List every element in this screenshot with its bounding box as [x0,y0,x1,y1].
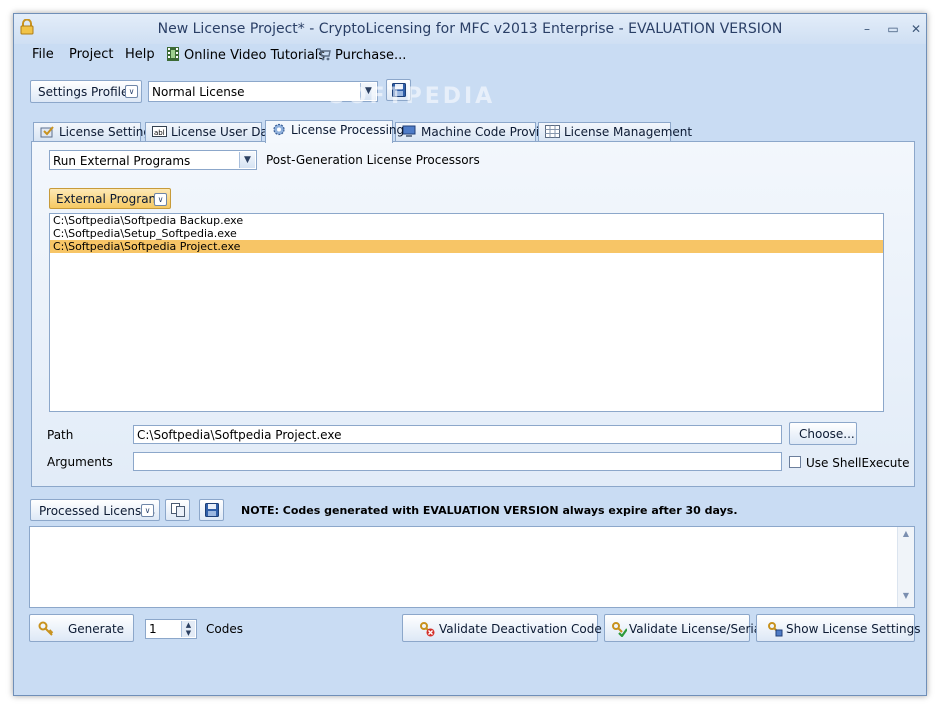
menu-purchase-label: Purchase... [335,48,407,63]
copy-icon [171,503,185,517]
tab-machine-code-provider[interactable]: Machine Code Provider [395,122,559,142]
scroll-up-icon[interactable]: ▲ [898,529,914,543]
menu-file[interactable]: File [32,47,54,62]
chevron-down-icon: ∨ [125,85,138,98]
vertical-scrollbar[interactable]: ▲ ▼ [897,527,914,607]
processed-licenses-output[interactable]: ▲ ▼ [29,526,915,608]
path-label: Path [47,428,74,442]
output-text [30,527,914,533]
generate-button[interactable]: Generate [29,614,134,642]
menu-purchase[interactable]: Purchase... [317,47,406,63]
menu-online-video-tutorials-label: Online Video Tutorials [184,48,326,63]
show-license-settings-label: Show License Settings [786,622,921,636]
menu-help[interactable]: Help [125,47,155,62]
list-item[interactable]: C:\Softpedia\Softpedia Backup.exe [50,214,883,227]
settings-profiles-button[interactable]: Settings Profiles ∨ [30,80,142,103]
validate-deactivation-label: Validate Deactivation Code [439,622,602,636]
arguments-field[interactable] [133,452,782,471]
cart-icon [317,48,331,61]
gear-icon [273,123,285,136]
tab-license-management[interactable]: License Management [538,122,692,142]
save-output-button[interactable] [199,499,224,521]
validate-deactivation-button[interactable]: Validate Deactivation Code [402,614,602,642]
watermark: SOFTPEDIA [329,84,496,109]
tab-license-user-data[interactable]: abl License User Data [145,122,280,142]
floppy-disk-icon [205,503,219,517]
settings-icon [40,126,54,138]
menu-project[interactable]: Project [69,47,113,62]
codes-count-value: 1 [149,622,157,636]
external-programs-button[interactable]: External Programs ∨ [49,188,171,209]
codes-count-stepper[interactable]: 1 ▲ ▼ [145,619,197,639]
processor-type-value: Run External Programs [53,154,191,168]
main-window: New License Project* - CryptoLicensing f… [13,13,927,696]
svg-text:abl: abl [154,129,165,137]
window-title: New License Project* - CryptoLicensing f… [157,21,783,37]
processed-licenses-label: Processed Licenses [39,504,155,518]
tab-license-settings[interactable]: License Settings [33,122,157,142]
show-license-settings-button[interactable]: Show License Settings [756,614,920,642]
profile-select-value: Normal License [152,85,245,99]
evaluation-note: NOTE: Codes generated with EVALUATION VE… [241,504,738,517]
generate-label: Generate [68,622,125,636]
shell-execute-label: Use ShellExecute [806,456,910,470]
processed-licenses-button[interactable]: Processed Licenses ∨ [30,499,160,521]
tab-label: License Management [564,125,693,139]
chevron-down-icon: ∨ [154,193,167,206]
processor-caption: Post-Generation License Processors [266,153,480,167]
dropdown-arrow-icon: ▼ [239,152,255,168]
chevron-down-icon: ∨ [141,504,154,517]
external-programs-list[interactable]: C:\Softpedia\Softpedia Backup.exe C:\Sof… [49,213,884,412]
stepper-arrows-icon[interactable]: ▲ ▼ [181,621,195,637]
processor-type-select[interactable]: Run External Programs ▼ [49,150,257,170]
list-item[interactable]: C:\Softpedia\Setup_Softpedia.exe [50,227,883,240]
tab-license-processing[interactable]: License Processing [265,120,404,143]
path-field[interactable]: C:\Softpedia\Softpedia Project.exe [133,425,782,444]
validate-license-label: Validate License/Serial [629,622,765,636]
choose-button[interactable]: Choose... [789,422,857,445]
computer-icon [402,125,416,137]
tab-label: License User Data [171,125,280,139]
close-button[interactable]: ✕ [907,21,925,37]
validate-license-button[interactable]: Validate License/Serial [604,614,764,642]
menu-online-video-tutorials[interactable]: Online Video Tutorials [166,47,325,63]
external-programs-label: External Programs [56,192,167,206]
arguments-label: Arguments [47,455,113,469]
minimize-button[interactable]: – [858,21,876,37]
list-item-selected[interactable]: C:\Softpedia\Softpedia Project.exe [50,240,883,253]
shell-execute-checkbox[interactable] [789,456,801,468]
tab-label: License Processing [291,123,405,137]
grid-icon [545,125,560,138]
film-icon [167,47,179,61]
title-bar[interactable]: New License Project* - CryptoLicensing f… [14,14,926,44]
text-field-icon: abl [152,126,167,137]
copy-button[interactable] [165,499,190,521]
validate-key-icon [612,622,627,637]
settings-profiles-label: Settings Profiles [38,85,135,99]
codes-label: Codes [206,622,243,636]
menu-bar: File Project Help Online Video Tutorials… [14,44,926,66]
scroll-down-icon[interactable]: ▼ [898,591,914,605]
maximize-button[interactable]: ▭ [884,21,902,37]
license-settings-key-icon [768,622,783,637]
choose-button-label: Choose... [799,427,855,441]
deactivation-key-icon [420,622,435,637]
key-icon [38,621,54,636]
tab-label: License Settings [59,125,158,139]
